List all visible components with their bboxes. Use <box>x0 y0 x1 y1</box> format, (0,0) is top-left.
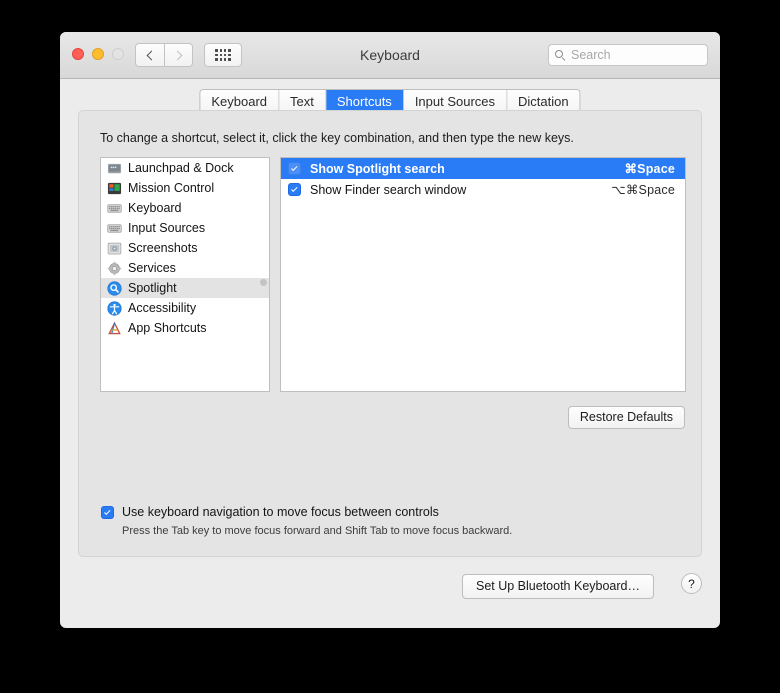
spotlight-icon <box>107 280 122 296</box>
category-item-spotlight[interactable]: Spotlight <box>101 278 269 298</box>
checkmark-icon <box>103 508 110 515</box>
category-item-label: Services <box>128 261 176 275</box>
shortcut-enabled-checkbox[interactable] <box>288 162 301 175</box>
shortcut-name: Show Finder search window <box>310 182 467 197</box>
keyboard-navigation-checkbox-row[interactable]: Use keyboard navigation to move focus be… <box>101 505 439 519</box>
shortcut-row[interactable]: Show Finder search window ⌥⌘Space <box>281 179 685 200</box>
category-item-screenshots[interactable]: Screenshots <box>101 238 269 258</box>
category-item-label: Input Sources <box>128 221 206 235</box>
category-item-label: Accessibility <box>128 301 197 315</box>
window-footer: Set Up Bluetooth Keyboard… ? <box>60 558 720 628</box>
window-titlebar: Keyboard Search <box>60 32 720 79</box>
accessibility-icon <box>107 300 122 316</box>
mission-control-icon <box>107 181 122 196</box>
shortcut-categories-list[interactable]: Launchpad & Dock Mission Control Keyboard I… <box>100 157 270 392</box>
help-button[interactable]: ? <box>681 573 702 594</box>
shortcut-name: Show Spotlight search <box>310 161 445 176</box>
desktop-background: Keyboard Search Keyboard Text Shortcuts Inp… <box>0 0 780 693</box>
shortcut-key-combination[interactable]: ⌥⌘Space <box>611 182 675 197</box>
restore-defaults-button[interactable]: Restore Defaults <box>567 406 685 429</box>
category-item-label: Spotlight <box>128 281 177 295</box>
keyboard-navigation-checkbox[interactable] <box>101 505 114 519</box>
category-item-services[interactable]: Services <box>101 258 269 278</box>
keyboard-icon <box>107 201 122 216</box>
category-item-launchpad-dock[interactable]: Launchpad & Dock <box>101 158 269 178</box>
category-item-mission-control[interactable]: Mission Control <box>101 178 269 198</box>
launchpad-dock-icon <box>107 161 122 176</box>
category-item-label: Launchpad & Dock <box>128 161 234 175</box>
screenshots-icon <box>107 241 122 256</box>
services-gear-icon <box>107 261 122 276</box>
instruction-text: To change a shortcut, select it, click t… <box>100 131 574 145</box>
shortcuts-list[interactable]: Show Spotlight search ⌘Space Show Finder s… <box>280 157 686 392</box>
search-field[interactable]: Search <box>548 44 708 66</box>
checkmark-icon <box>290 185 297 192</box>
category-item-label: Screenshots <box>128 241 198 255</box>
shortcuts-panel: To change a shortcut, select it, click t… <box>78 110 702 557</box>
shortcut-key-combination[interactable]: ⌘Space <box>624 161 675 176</box>
input-sources-icon <box>107 221 122 236</box>
keyboard-navigation-sublabel: Press the Tab key to move focus forward … <box>122 525 513 537</box>
category-item-label: Keyboard <box>128 201 182 215</box>
category-item-app-shortcuts[interactable]: App Shortcuts <box>101 318 269 338</box>
search-placeholder: Search <box>571 48 611 62</box>
keyboard-preferences-window: Keyboard Search Keyboard Text Shortcuts Inp… <box>60 32 720 628</box>
checkmark-icon <box>290 164 297 171</box>
category-item-keyboard[interactable]: Keyboard <box>101 198 269 218</box>
category-item-label: App Shortcuts <box>128 321 207 335</box>
app-shortcuts-icon <box>107 321 122 336</box>
shortcut-enabled-checkbox[interactable] <box>288 183 301 196</box>
set-up-bluetooth-keyboard-button[interactable]: Set Up Bluetooth Keyboard… <box>462 574 654 599</box>
shortcut-row[interactable]: Show Spotlight search ⌘Space <box>281 158 685 179</box>
search-icon <box>555 49 566 61</box>
category-item-accessibility[interactable]: Accessibility <box>101 298 269 318</box>
category-item-label: Mission Control <box>128 181 215 195</box>
keyboard-navigation-label: Use keyboard navigation to move focus be… <box>122 505 439 519</box>
category-item-input-sources[interactable]: Input Sources <box>101 218 269 238</box>
sidebar-scrollbar-thumb[interactable] <box>260 279 267 286</box>
